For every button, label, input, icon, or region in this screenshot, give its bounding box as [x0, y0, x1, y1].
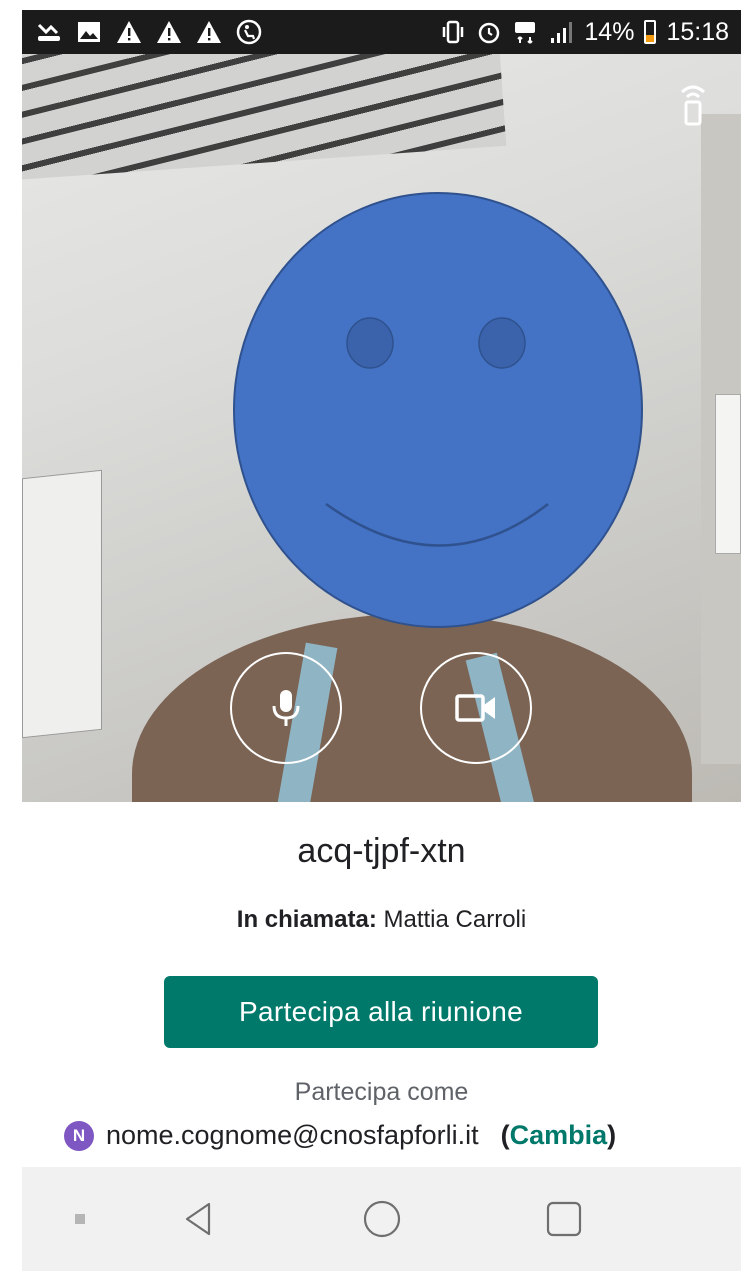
account-row: N nome.cognome@cnosfapforli.it (Cambia): [64, 1120, 616, 1151]
person-body: [132, 614, 692, 802]
navigation-bar: [22, 1167, 741, 1271]
microphone-icon: [272, 690, 300, 726]
cast-icon[interactable]: [679, 82, 707, 126]
change-account-wrapper: (Cambia): [501, 1120, 617, 1151]
accessibility-icon: [236, 19, 262, 45]
warning-icon: [156, 19, 182, 45]
warning-icon: [196, 19, 222, 45]
recent-apps-icon[interactable]: [542, 1197, 586, 1241]
meeting-code: acq-tjpf-xtn: [297, 832, 466, 870]
phone-screen: 14% 15:18 acq-tjpf-xtn In chiamata: Matt…: [22, 0, 741, 1271]
home-icon[interactable]: [360, 1197, 404, 1241]
join-panel: acq-tjpf-xtn In chiamata: Mattia Carroli…: [22, 802, 741, 1167]
join-meeting-button[interactable]: Partecipa alla riunione: [164, 976, 598, 1048]
paren-close: ): [607, 1120, 617, 1150]
status-bar-notifications: [36, 19, 262, 45]
in-call-info: In chiamata: Mattia Carroli: [22, 906, 741, 934]
4g-icon: [512, 19, 538, 45]
battery-percent: 14%: [584, 17, 635, 46]
status-bar-system: 14% 15:18: [440, 18, 729, 47]
change-account-link[interactable]: Cambia: [510, 1120, 608, 1150]
join-as-label: Partecipa come: [294, 1078, 469, 1106]
status-bar: 14% 15:18: [22, 10, 741, 54]
account-email: nome.cognome@cnosfapforli.it: [106, 1120, 479, 1150]
avatar: N: [64, 1120, 94, 1151]
signal-icon: [548, 19, 574, 45]
video-camera-button[interactable]: [420, 652, 532, 764]
nav-dot-icon[interactable]: [58, 1197, 102, 1241]
wall-paper-right: [715, 394, 741, 554]
back-icon[interactable]: [176, 1197, 220, 1241]
smiley-face-overlay: [233, 192, 643, 628]
wall-paper-left: [22, 469, 102, 739]
vibrate-icon: [440, 19, 466, 45]
status-time: 15:18: [666, 17, 729, 46]
missed-call-icon: [36, 19, 62, 45]
alarm-icon: [476, 19, 502, 45]
image-icon: [76, 19, 102, 45]
microphone-button[interactable]: [230, 652, 342, 764]
battery-icon: [644, 20, 657, 44]
paren-open: (: [500, 1120, 510, 1150]
warning-icon: [116, 19, 142, 45]
video-camera-icon: [455, 694, 495, 722]
camera-preview: [22, 54, 741, 802]
ceiling-background: [22, 54, 507, 182]
in-call-name: Mattia Carroli: [383, 906, 527, 933]
in-call-label: In chiamata:: [236, 906, 377, 933]
